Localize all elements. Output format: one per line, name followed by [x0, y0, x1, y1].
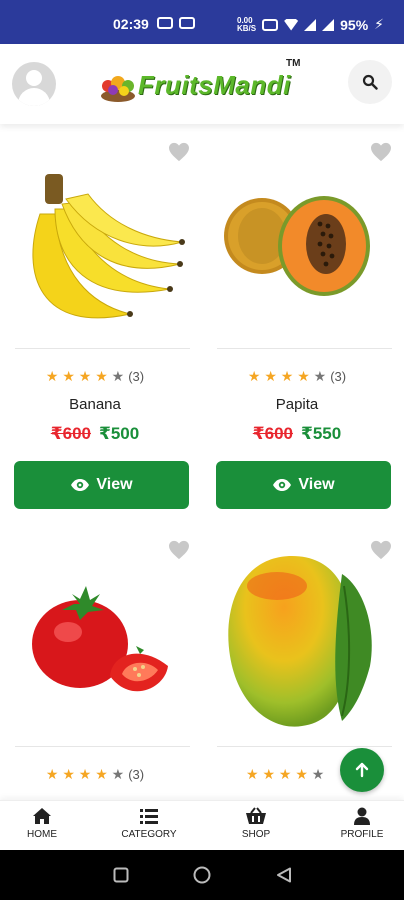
status-time: 02:39: [113, 16, 149, 32]
battery-percent: 95%: [340, 16, 369, 33]
view-button[interactable]: View: [216, 461, 391, 509]
product-card-banana[interactable]: ★ ★ ★ ★ ★ (3) Banana ₹600 ₹500 View: [0, 124, 190, 524]
nav-home[interactable]: HOME: [2, 807, 82, 840]
search-button[interactable]: [348, 60, 392, 104]
volte-icon: [262, 18, 279, 31]
basket-icon: [246, 807, 266, 824]
card-divider: [15, 348, 190, 349]
rating-stars: ★ ★ ★ ★ ★ (3): [0, 368, 190, 385]
status-system-icons: 0.00 KB/S 95% ⚡: [237, 16, 384, 33]
list-icon: [140, 809, 158, 824]
product-name: Banana: [69, 396, 121, 413]
nav-home-label: HOME: [27, 829, 57, 840]
app-logo: FruitsMandi TM: [98, 58, 304, 108]
nav-profile[interactable]: PROFILE: [322, 807, 402, 840]
nav-shop-label: SHOP: [241, 829, 271, 840]
app-header: FruitsMandi TM: [0, 44, 404, 124]
data-speed: 0.00 KB/S: [237, 15, 257, 33]
rating-count: (3): [128, 369, 145, 384]
view-button[interactable]: View: [14, 461, 189, 509]
eye-icon: [273, 479, 292, 491]
search-icon: [362, 74, 378, 90]
star-icon: ★ ★ ★ ★: [246, 766, 308, 782]
card-divider: [15, 746, 190, 747]
card-divider: [217, 746, 392, 747]
banana-image: [32, 174, 185, 319]
star-empty-icon: ★: [111, 766, 125, 782]
wifi-icon: [284, 18, 299, 31]
gallery-icon: [179, 17, 195, 29]
home-icon: [33, 808, 51, 824]
eye-icon: [71, 479, 90, 491]
tomato-image: [32, 586, 168, 692]
rating-count: (3): [330, 369, 347, 384]
rating-stars: ★ ★ ★ ★ ★ (3): [0, 766, 190, 783]
logo-trademark: TM: [286, 58, 301, 69]
view-button-label: View: [96, 476, 133, 493]
nav-profile-label: PROFILE: [340, 829, 384, 840]
product-card-papita[interactable]: ★ ★ ★ ★ ★ (3) Papita ₹600 ₹550 View: [202, 124, 392, 524]
mango-image: [228, 556, 372, 727]
star-icon: ★ ★ ★ ★: [45, 368, 108, 384]
nav-shop[interactable]: SHOP: [216, 807, 296, 840]
star-empty-icon: ★: [313, 368, 327, 384]
bottom-nav: HOME CATEGORY SHOP PROFILE: [0, 800, 404, 850]
rating-count: (3): [128, 767, 145, 782]
old-price: ₹600: [252, 424, 293, 443]
papaya-image: [224, 196, 370, 296]
status-bar: 02:39 0.00 KB/S 95% ⚡: [0, 0, 404, 44]
scroll-top-button[interactable]: [340, 748, 384, 792]
product-prices: ₹600 ₹550: [202, 424, 392, 444]
logo-text: FruitsMandi: [138, 70, 291, 100]
star-icon: ★ ★ ★ ★: [45, 766, 108, 782]
battery-charging-icon: ⚡: [374, 16, 384, 32]
old-price: ₹600: [50, 424, 91, 443]
nav-category-label: CATEGORY: [121, 829, 177, 840]
avatar-icon[interactable]: [12, 62, 56, 106]
system-nav-bar: [0, 850, 404, 900]
status-notification-icons: [157, 17, 195, 29]
rating-stars: ★ ★ ★ ★ ★ (3): [202, 368, 392, 385]
card-divider: [217, 348, 392, 349]
view-button-label: View: [298, 476, 335, 493]
new-price: ₹550: [301, 424, 342, 443]
product-prices: ₹600 ₹500: [0, 424, 190, 444]
star-empty-icon: ★: [311, 766, 325, 782]
recents-icon[interactable]: [113, 867, 129, 883]
product-name: Papita: [275, 396, 319, 413]
home-circle-icon[interactable]: [193, 866, 211, 884]
signal-icon-2: [322, 18, 335, 31]
arrow-up-icon: [355, 762, 369, 778]
youtube-icon: [157, 17, 173, 29]
new-price: ₹500: [99, 424, 140, 443]
product-card-tomato[interactable]: ★ ★ ★ ★ ★ (3): [0, 524, 190, 800]
star-icon: ★ ★ ★ ★: [247, 368, 310, 384]
user-icon: [354, 807, 370, 825]
star-empty-icon: ★: [111, 368, 125, 384]
fruit-basket-icon: [101, 76, 135, 102]
nav-category[interactable]: CATEGORY: [109, 807, 189, 840]
signal-icon: [304, 18, 317, 31]
back-icon[interactable]: [276, 867, 292, 883]
